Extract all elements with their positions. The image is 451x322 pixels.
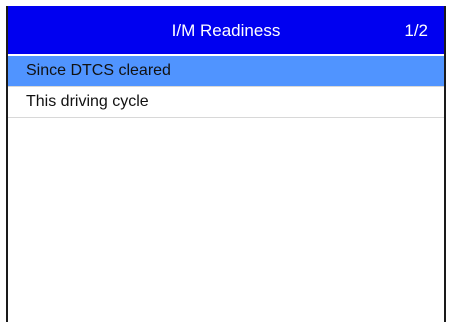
- device-screen: I/M Readiness 1/2 Since DTCS cleared Thi…: [6, 6, 446, 322]
- screen-title: I/M Readiness: [171, 21, 281, 40]
- menu-list: Since DTCS cleared This driving cycle: [8, 56, 444, 118]
- menu-item-since-dtcs-cleared[interactable]: Since DTCS cleared: [8, 56, 444, 87]
- title-bar: I/M Readiness 1/2: [8, 6, 444, 54]
- menu-item-this-driving-cycle[interactable]: This driving cycle: [8, 87, 444, 118]
- page-indicator: 1/2: [404, 21, 428, 40]
